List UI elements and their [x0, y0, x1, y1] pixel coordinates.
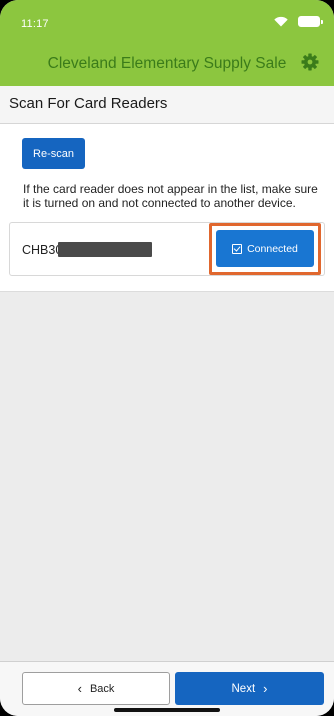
next-button[interactable]: Next ›	[175, 672, 324, 705]
app-header: 11:17 Cleveland Elementary Supply Sale	[0, 0, 334, 86]
page-title: Scan For Card Readers	[9, 95, 168, 112]
battery-icon	[298, 16, 323, 27]
chevron-right-icon: ›	[263, 681, 268, 696]
section-header: Scan For Card Readers	[0, 86, 334, 124]
checkbox-checked-icon	[232, 243, 243, 254]
reader-name: CHB30	[22, 243, 63, 257]
rescan-button[interactable]: Re-scan	[22, 138, 85, 169]
app-screen: 11:17 Cleveland Elementary Supply Sale S…	[0, 0, 334, 716]
redacted-serial	[58, 242, 152, 257]
help-text: If the card reader does not appear in th…	[23, 182, 318, 210]
home-indicator	[114, 708, 220, 712]
connected-label: Connected	[247, 242, 298, 255]
status-time: 11:17	[21, 18, 49, 30]
back-button[interactable]: ‹ Back	[22, 672, 170, 705]
connected-button[interactable]: Connected	[216, 230, 314, 267]
app-title: Cleveland Elementary Supply Sale	[47, 55, 287, 72]
gear-icon[interactable]	[300, 52, 320, 72]
chevron-left-icon: ‹	[77, 681, 82, 696]
card-reader-list-item[interactable]: CHB30 Connected	[9, 222, 325, 276]
next-label: Next	[231, 682, 256, 695]
status-icons	[274, 16, 323, 27]
back-label: Back	[89, 682, 115, 695]
scan-panel: Re-scan If the card reader does not appe…	[0, 124, 334, 292]
wifi-icon	[274, 16, 288, 27]
